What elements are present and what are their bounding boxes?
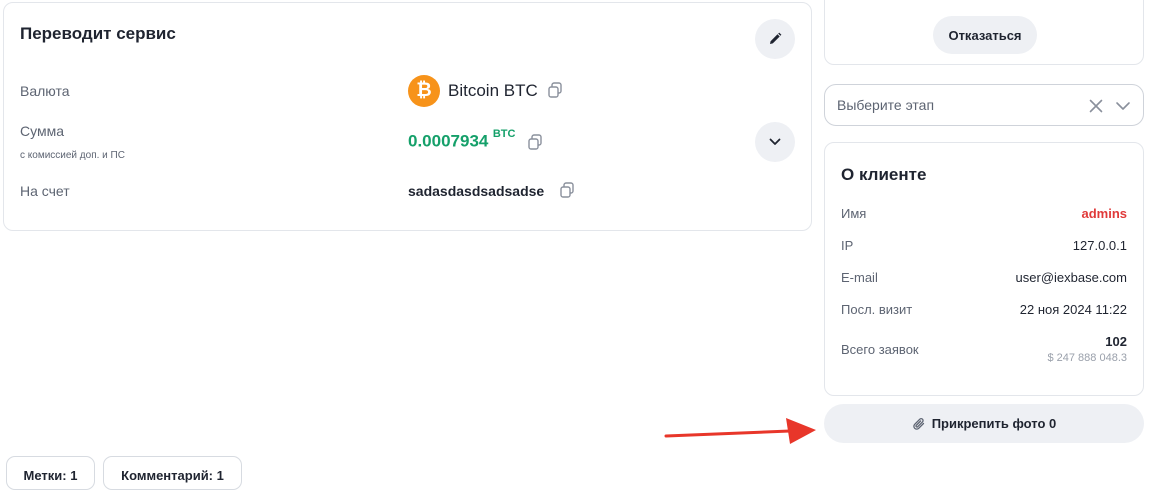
client-card-title: О клиенте — [841, 165, 927, 184]
chevron-down-icon — [769, 138, 781, 145]
amount-unit: BTC — [492, 128, 516, 140]
client-ip-label: IP — [841, 238, 854, 253]
amount-label: Сумма — [20, 123, 64, 139]
account-value: sadasdasdsadsadse — [408, 183, 545, 199]
client-orders-count: 102 — [1105, 334, 1127, 349]
client-email-label: E-mail — [841, 270, 878, 285]
expand-button[interactable] — [755, 122, 795, 162]
copy-icon[interactable] — [527, 134, 543, 150]
client-orders-label: Всего заявок — [841, 342, 919, 357]
client-name-value[interactable]: admins — [1081, 206, 1127, 221]
bitcoin-icon: ₿ — [408, 75, 440, 107]
client-ip-value: 127.0.0.1 — [1072, 238, 1127, 253]
amount-number: 0.0007934 — [408, 131, 489, 151]
client-orders-sum: $ 247 888 048.3 — [1047, 352, 1127, 364]
actions-card: Отказаться — [824, 0, 1144, 65]
chevron-down-icon[interactable] — [1115, 101, 1131, 111]
currency-value: Bitcoin BTC — [448, 81, 538, 100]
attach-photo-label: Прикрепить фото 0 — [931, 416, 1057, 431]
edit-button[interactable] — [755, 19, 795, 59]
client-card: О клиенте Имя admins IP 127.0.0.1 E-mail… — [824, 142, 1144, 396]
tab-tags[interactable]: Метки: 1 — [6, 456, 95, 490]
client-last-visit-value: 22 ноя 2024 11:22 — [1019, 302, 1127, 317]
service-card: Переводит сервис Валюта ₿ Bitcoin BTC Су… — [3, 2, 812, 231]
stage-select[interactable]: Выберите этап — [824, 84, 1144, 126]
service-card-title: Переводит сервис — [20, 24, 176, 43]
client-last-visit-label: Посл. визит — [841, 302, 913, 317]
attach-photo-button[interactable]: Прикрепить фото 0 — [824, 404, 1144, 443]
copy-icon[interactable] — [559, 182, 575, 198]
annotation-arrow — [664, 418, 816, 444]
client-email-value: user@iexbase.com — [1015, 270, 1127, 285]
client-name-label: Имя — [841, 206, 867, 221]
pencil-icon — [770, 32, 782, 44]
clear-icon[interactable] — [1089, 99, 1103, 113]
account-label: На счет — [20, 183, 70, 199]
paperclip-icon — [912, 417, 924, 430]
amount-sublabel: с комиссией доп. и ПС — [20, 150, 125, 161]
amount-value: 0.0007934 BTC — [408, 128, 516, 151]
tab-comments[interactable]: Комментарий: 1 — [103, 456, 242, 490]
refuse-button[interactable]: Отказаться — [933, 16, 1037, 54]
tab-tags-label: Метки: 1 — [23, 468, 78, 483]
tab-comments-label: Комментарий: 1 — [121, 468, 224, 483]
currency-label: Валюта — [20, 83, 70, 99]
stage-select-placeholder: Выберите этап — [837, 97, 935, 113]
copy-icon[interactable] — [547, 82, 563, 98]
